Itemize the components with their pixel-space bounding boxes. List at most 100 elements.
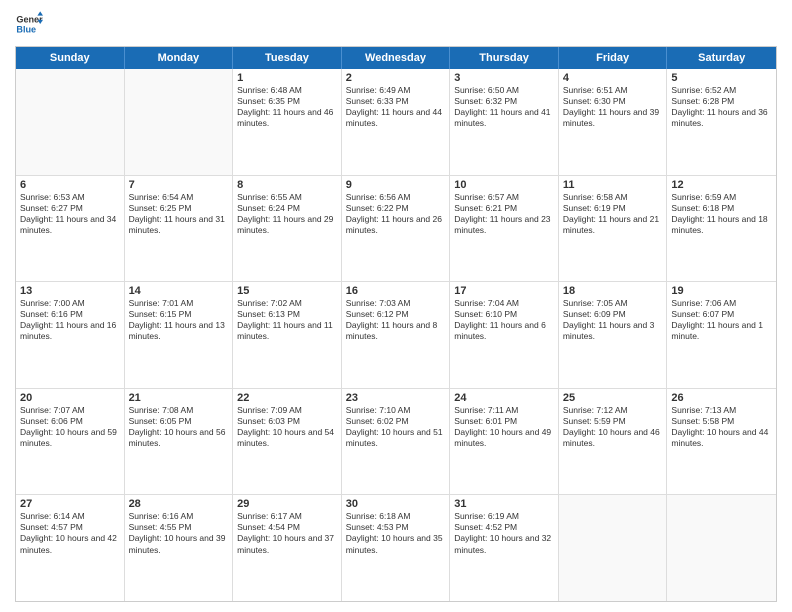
- day-number: 29: [237, 498, 337, 510]
- cell-sun-info: Sunrise: 7:11 AM Sunset: 6:01 PM Dayligh…: [454, 405, 554, 449]
- cell-sun-info: Sunrise: 6:14 AM Sunset: 4:57 PM Dayligh…: [20, 511, 120, 555]
- cell-sun-info: Sunrise: 7:06 AM Sunset: 6:07 PM Dayligh…: [671, 298, 772, 342]
- day-number: 30: [346, 498, 446, 510]
- cell-sun-info: Sunrise: 6:19 AM Sunset: 4:52 PM Dayligh…: [454, 511, 554, 555]
- calendar-cell-day-30: 30Sunrise: 6:18 AM Sunset: 4:53 PM Dayli…: [342, 495, 451, 601]
- cell-sun-info: Sunrise: 6:59 AM Sunset: 6:18 PM Dayligh…: [671, 192, 772, 236]
- cell-sun-info: Sunrise: 6:58 AM Sunset: 6:19 PM Dayligh…: [563, 192, 663, 236]
- day-number: 20: [20, 392, 120, 404]
- day-number: 12: [671, 179, 772, 191]
- day-number: 21: [129, 392, 229, 404]
- calendar-cell-day-27: 27Sunrise: 6:14 AM Sunset: 4:57 PM Dayli…: [16, 495, 125, 601]
- cell-sun-info: Sunrise: 7:12 AM Sunset: 5:59 PM Dayligh…: [563, 405, 663, 449]
- day-number: 11: [563, 179, 663, 191]
- calendar-cell-empty: [16, 69, 125, 175]
- calendar-cell-day-5: 5Sunrise: 6:52 AM Sunset: 6:28 PM Daylig…: [667, 69, 776, 175]
- logo-icon: General Blue: [15, 10, 43, 38]
- calendar-row-3: 20Sunrise: 7:07 AM Sunset: 6:06 PM Dayli…: [16, 389, 776, 496]
- day-number: 13: [20, 285, 120, 297]
- cell-sun-info: Sunrise: 7:00 AM Sunset: 6:16 PM Dayligh…: [20, 298, 120, 342]
- day-number: 2: [346, 72, 446, 84]
- header-day-wednesday: Wednesday: [342, 47, 451, 69]
- header-day-saturday: Saturday: [667, 47, 776, 69]
- svg-text:Blue: Blue: [16, 24, 36, 34]
- calendar-cell-day-18: 18Sunrise: 7:05 AM Sunset: 6:09 PM Dayli…: [559, 282, 668, 388]
- calendar-cell-day-8: 8Sunrise: 6:55 AM Sunset: 6:24 PM Daylig…: [233, 176, 342, 282]
- calendar-row-4: 27Sunrise: 6:14 AM Sunset: 4:57 PM Dayli…: [16, 495, 776, 601]
- cell-sun-info: Sunrise: 6:51 AM Sunset: 6:30 PM Dayligh…: [563, 85, 663, 129]
- cell-sun-info: Sunrise: 6:17 AM Sunset: 4:54 PM Dayligh…: [237, 511, 337, 555]
- day-number: 22: [237, 392, 337, 404]
- day-number: 17: [454, 285, 554, 297]
- day-number: 23: [346, 392, 446, 404]
- calendar-cell-day-1: 1Sunrise: 6:48 AM Sunset: 6:35 PM Daylig…: [233, 69, 342, 175]
- day-number: 4: [563, 72, 663, 84]
- calendar-cell-day-2: 2Sunrise: 6:49 AM Sunset: 6:33 PM Daylig…: [342, 69, 451, 175]
- day-number: 15: [237, 285, 337, 297]
- day-number: 9: [346, 179, 446, 191]
- calendar-cell-day-3: 3Sunrise: 6:50 AM Sunset: 6:32 PM Daylig…: [450, 69, 559, 175]
- cell-sun-info: Sunrise: 7:03 AM Sunset: 6:12 PM Dayligh…: [346, 298, 446, 342]
- cell-sun-info: Sunrise: 7:10 AM Sunset: 6:02 PM Dayligh…: [346, 405, 446, 449]
- day-number: 19: [671, 285, 772, 297]
- cell-sun-info: Sunrise: 6:54 AM Sunset: 6:25 PM Dayligh…: [129, 192, 229, 236]
- calendar-cell-empty: [667, 495, 776, 601]
- calendar-cell-day-29: 29Sunrise: 6:17 AM Sunset: 4:54 PM Dayli…: [233, 495, 342, 601]
- calendar-cell-day-28: 28Sunrise: 6:16 AM Sunset: 4:55 PM Dayli…: [125, 495, 234, 601]
- calendar-cell-day-7: 7Sunrise: 6:54 AM Sunset: 6:25 PM Daylig…: [125, 176, 234, 282]
- cell-sun-info: Sunrise: 6:53 AM Sunset: 6:27 PM Dayligh…: [20, 192, 120, 236]
- cell-sun-info: Sunrise: 6:50 AM Sunset: 6:32 PM Dayligh…: [454, 85, 554, 129]
- calendar-cell-day-20: 20Sunrise: 7:07 AM Sunset: 6:06 PM Dayli…: [16, 389, 125, 495]
- cell-sun-info: Sunrise: 6:55 AM Sunset: 6:24 PM Dayligh…: [237, 192, 337, 236]
- cell-sun-info: Sunrise: 7:04 AM Sunset: 6:10 PM Dayligh…: [454, 298, 554, 342]
- day-number: 1: [237, 72, 337, 84]
- day-number: 16: [346, 285, 446, 297]
- header-day-thursday: Thursday: [450, 47, 559, 69]
- day-number: 3: [454, 72, 554, 84]
- calendar-row-0: 1Sunrise: 6:48 AM Sunset: 6:35 PM Daylig…: [16, 69, 776, 176]
- day-number: 24: [454, 392, 554, 404]
- calendar-cell-day-6: 6Sunrise: 6:53 AM Sunset: 6:27 PM Daylig…: [16, 176, 125, 282]
- cell-sun-info: Sunrise: 7:01 AM Sunset: 6:15 PM Dayligh…: [129, 298, 229, 342]
- page-header: General Blue: [15, 10, 777, 38]
- day-number: 26: [671, 392, 772, 404]
- day-number: 27: [20, 498, 120, 510]
- calendar-cell-day-25: 25Sunrise: 7:12 AM Sunset: 5:59 PM Dayli…: [559, 389, 668, 495]
- calendar-cell-day-21: 21Sunrise: 7:08 AM Sunset: 6:05 PM Dayli…: [125, 389, 234, 495]
- header-day-sunday: Sunday: [16, 47, 125, 69]
- cell-sun-info: Sunrise: 6:48 AM Sunset: 6:35 PM Dayligh…: [237, 85, 337, 129]
- cell-sun-info: Sunrise: 6:16 AM Sunset: 4:55 PM Dayligh…: [129, 511, 229, 555]
- cell-sun-info: Sunrise: 6:18 AM Sunset: 4:53 PM Dayligh…: [346, 511, 446, 555]
- cell-sun-info: Sunrise: 6:56 AM Sunset: 6:22 PM Dayligh…: [346, 192, 446, 236]
- calendar-row-2: 13Sunrise: 7:00 AM Sunset: 6:16 PM Dayli…: [16, 282, 776, 389]
- calendar-cell-day-12: 12Sunrise: 6:59 AM Sunset: 6:18 PM Dayli…: [667, 176, 776, 282]
- calendar-cell-day-10: 10Sunrise: 6:57 AM Sunset: 6:21 PM Dayli…: [450, 176, 559, 282]
- day-number: 5: [671, 72, 772, 84]
- cell-sun-info: Sunrise: 7:09 AM Sunset: 6:03 PM Dayligh…: [237, 405, 337, 449]
- calendar-cell-day-17: 17Sunrise: 7:04 AM Sunset: 6:10 PM Dayli…: [450, 282, 559, 388]
- calendar-cell-day-22: 22Sunrise: 7:09 AM Sunset: 6:03 PM Dayli…: [233, 389, 342, 495]
- cell-sun-info: Sunrise: 7:05 AM Sunset: 6:09 PM Dayligh…: [563, 298, 663, 342]
- header-day-monday: Monday: [125, 47, 234, 69]
- cell-sun-info: Sunrise: 7:08 AM Sunset: 6:05 PM Dayligh…: [129, 405, 229, 449]
- calendar-body: 1Sunrise: 6:48 AM Sunset: 6:35 PM Daylig…: [16, 69, 776, 601]
- calendar-cell-day-9: 9Sunrise: 6:56 AM Sunset: 6:22 PM Daylig…: [342, 176, 451, 282]
- day-number: 31: [454, 498, 554, 510]
- calendar-cell-day-13: 13Sunrise: 7:00 AM Sunset: 6:16 PM Dayli…: [16, 282, 125, 388]
- calendar-cell-day-31: 31Sunrise: 6:19 AM Sunset: 4:52 PM Dayli…: [450, 495, 559, 601]
- calendar-cell-day-16: 16Sunrise: 7:03 AM Sunset: 6:12 PM Dayli…: [342, 282, 451, 388]
- calendar-cell-empty: [559, 495, 668, 601]
- calendar-cell-day-15: 15Sunrise: 7:02 AM Sunset: 6:13 PM Dayli…: [233, 282, 342, 388]
- calendar-row-1: 6Sunrise: 6:53 AM Sunset: 6:27 PM Daylig…: [16, 176, 776, 283]
- day-number: 18: [563, 285, 663, 297]
- cell-sun-info: Sunrise: 7:13 AM Sunset: 5:58 PM Dayligh…: [671, 405, 772, 449]
- day-number: 7: [129, 179, 229, 191]
- day-number: 28: [129, 498, 229, 510]
- calendar: SundayMondayTuesdayWednesdayThursdayFrid…: [15, 46, 777, 602]
- day-number: 25: [563, 392, 663, 404]
- day-number: 14: [129, 285, 229, 297]
- logo: General Blue: [15, 10, 47, 38]
- header-day-friday: Friday: [559, 47, 668, 69]
- cell-sun-info: Sunrise: 7:07 AM Sunset: 6:06 PM Dayligh…: [20, 405, 120, 449]
- calendar-cell-day-11: 11Sunrise: 6:58 AM Sunset: 6:19 PM Dayli…: [559, 176, 668, 282]
